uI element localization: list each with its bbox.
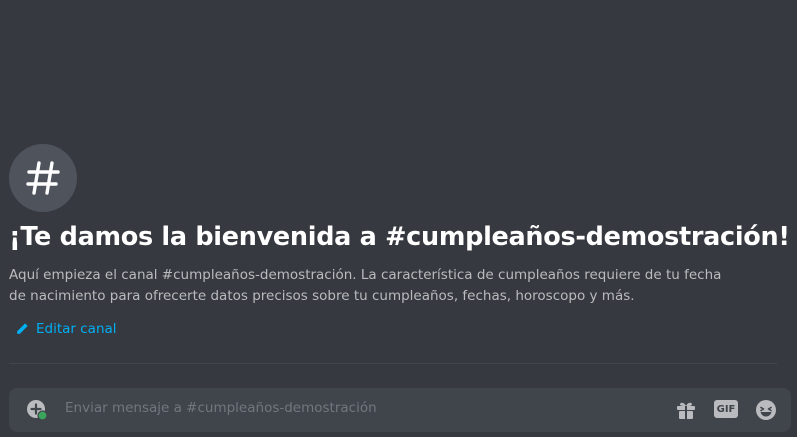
- channel-hashtag-icon: [9, 144, 77, 212]
- pencil-icon: [17, 323, 28, 334]
- welcome-title: ¡Te damos la bienvenida a #cumpleaños-de…: [9, 222, 790, 252]
- gif-label: GIF: [716, 403, 736, 415]
- add-attachment-button[interactable]: [26, 399, 48, 421]
- gift-icon: [677, 402, 695, 419]
- welcome-description: Aquí empieza el canal #cumpleaños-demost…: [9, 267, 722, 304]
- hashtag-icon: [26, 161, 60, 195]
- edit-channel-label: Editar canal: [36, 321, 117, 337]
- emoji-button[interactable]: [755, 399, 777, 421]
- divider: [9, 363, 777, 364]
- message-composer: GIF: [9, 388, 791, 432]
- gif-button[interactable]: GIF: [714, 400, 738, 418]
- gift-button[interactable]: [675, 399, 697, 421]
- message-input[interactable]: [65, 400, 625, 416]
- emoji-icon: [756, 400, 776, 420]
- edit-channel-button[interactable]: Editar canal: [15, 321, 117, 337]
- plus-circle-icon: [27, 400, 48, 421]
